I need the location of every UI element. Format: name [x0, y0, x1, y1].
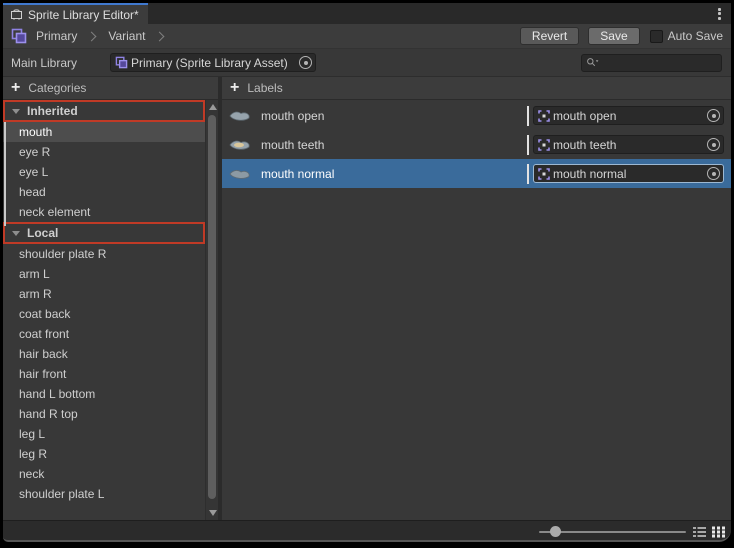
override-indicator-bar — [527, 135, 529, 155]
revert-button[interactable]: Revert — [520, 27, 579, 45]
breadcrumb-variant[interactable]: Variant — [106, 29, 147, 43]
category-item-hair-front[interactable]: hair front — [3, 364, 205, 384]
breadcrumb-primary[interactable]: Primary — [34, 29, 79, 43]
mouth-sprite-thumbnail — [228, 167, 252, 181]
sprite-field-value: mouth teeth — [553, 138, 704, 152]
category-item-shoulder-plate-l[interactable]: shoulder plate L — [3, 484, 205, 504]
category-item-shoulder-plate-r[interactable]: shoulder plate R — [3, 244, 205, 264]
sprite-asset-icon — [538, 168, 550, 180]
list-view-icon[interactable] — [693, 526, 706, 538]
label-row-mouth-teeth[interactable]: mouth teeth mouth teeth — [222, 130, 731, 159]
footer-bar — [3, 520, 731, 542]
main-library-row: Main Library Primary (Sprite Library Ass… — [3, 48, 731, 76]
scroll-down-arrow-icon[interactable] — [209, 510, 217, 516]
category-group-inherited[interactable]: Inherited — [3, 100, 205, 122]
main-library-object-value: Primary (Sprite Library Asset) — [131, 56, 296, 70]
tab-sprite-library-editor[interactable]: Sprite Library Editor* — [3, 3, 148, 24]
categories-header: + Categories — [3, 77, 218, 99]
auto-save-checkbox[interactable] — [650, 30, 663, 43]
editor-content: Inherited mouth eye R eye L head neck el… — [3, 100, 731, 520]
sprite-library-editor-window: Sprite Library Editor* Primary Variant R… — [3, 3, 731, 542]
category-item-eye-l[interactable]: eye L — [3, 162, 205, 182]
toolbar-actions: Revert Save Auto Save — [520, 27, 726, 45]
chevron-right-icon — [155, 31, 165, 41]
sprite-field-value: mouth normal — [553, 167, 704, 181]
thumbnail-size-slider[interactable] — [539, 531, 686, 533]
search-icon — [586, 57, 600, 68]
scrollbar-thumb[interactable] — [208, 115, 216, 499]
category-item-hand-l-bottom[interactable]: hand L bottom — [3, 384, 205, 404]
labels-header: + Labels — [222, 77, 731, 99]
sprite-library-editor-icon — [10, 8, 23, 21]
group-name-local: Local — [27, 226, 58, 240]
breadcrumb-toolbar: Primary Variant Revert Save Auto Save — [3, 24, 731, 48]
sprite-object-field[interactable]: mouth teeth — [533, 135, 724, 154]
search-input[interactable] — [581, 54, 722, 72]
label-name: mouth open — [261, 109, 527, 123]
panel-headers: + Categories + Labels — [3, 76, 731, 100]
sprite-object-field[interactable]: mouth normal — [533, 164, 724, 183]
foldout-triangle-icon — [12, 231, 20, 236]
tab-title: Sprite Library Editor* — [28, 8, 139, 22]
slider-handle[interactable] — [550, 526, 561, 537]
override-indicator-bar — [527, 106, 529, 126]
sprite-object-field[interactable]: mouth open — [533, 106, 724, 125]
auto-save-label: Auto Save — [668, 29, 723, 43]
chevron-right-icon — [87, 31, 97, 41]
sprite-field-value: mouth open — [553, 109, 704, 123]
category-item-coat-back[interactable]: coat back — [3, 304, 205, 324]
category-item-hand-r-top[interactable]: hand R top — [3, 404, 205, 424]
sprite-asset-icon — [538, 110, 550, 122]
category-item-leg-r[interactable]: leg R — [3, 444, 205, 464]
labels-panel: mouth open mouth open — [222, 100, 731, 520]
categories-header-title: Categories — [28, 81, 86, 95]
main-library-object-field[interactable]: Primary (Sprite Library Asset) — [110, 53, 316, 72]
category-item-arm-r[interactable]: arm R — [3, 284, 205, 304]
category-item-eye-r[interactable]: eye R — [3, 142, 205, 162]
group-name-inherited: Inherited — [27, 104, 78, 118]
foldout-triangle-icon — [12, 109, 20, 114]
sprite-library-variant-icon — [11, 28, 27, 44]
object-picker-icon[interactable] — [707, 109, 720, 122]
add-label-button[interactable]: + — [230, 80, 239, 96]
categories-scrollbar[interactable] — [205, 100, 218, 520]
sprite-library-asset-icon — [115, 56, 128, 69]
category-item-coat-front[interactable]: coat front — [3, 324, 205, 344]
category-item-mouth[interactable]: mouth — [3, 122, 205, 142]
kebab-menu-icon[interactable] — [712, 4, 731, 23]
tab-bar: Sprite Library Editor* — [3, 3, 731, 24]
scroll-up-arrow-icon[interactable] — [209, 104, 217, 110]
label-name: mouth teeth — [261, 138, 527, 152]
category-item-arm-l[interactable]: arm L — [3, 264, 205, 284]
main-library-label: Main Library — [11, 56, 110, 70]
object-picker-icon[interactable] — [299, 56, 312, 69]
sprite-asset-icon — [538, 139, 550, 151]
mouth-sprite-thumbnail — [228, 138, 252, 152]
object-picker-icon[interactable] — [707, 138, 720, 151]
add-category-button[interactable]: + — [11, 80, 20, 96]
scroll-position-indicator — [4, 122, 6, 226]
category-item-hair-back[interactable]: hair back — [3, 344, 205, 364]
mouth-sprite-thumbnail — [228, 109, 252, 123]
category-item-leg-l[interactable]: leg L — [3, 424, 205, 444]
category-group-local[interactable]: Local — [3, 222, 205, 244]
label-row-mouth-open[interactable]: mouth open mouth open — [222, 101, 731, 130]
object-picker-icon[interactable] — [707, 167, 720, 180]
labels-header-title: Labels — [247, 81, 282, 95]
category-item-neck[interactable]: neck — [3, 464, 205, 484]
label-row-mouth-normal[interactable]: mouth normal mouth normal — [222, 159, 731, 188]
category-item-neck-element[interactable]: neck element — [3, 202, 205, 222]
grid-view-icon[interactable] — [712, 526, 725, 538]
categories-panel: Inherited mouth eye R eye L head neck el… — [3, 100, 218, 520]
category-item-head[interactable]: head — [3, 182, 205, 202]
save-button[interactable]: Save — [588, 27, 639, 45]
label-name: mouth normal — [261, 167, 527, 181]
override-indicator-bar — [527, 164, 529, 184]
